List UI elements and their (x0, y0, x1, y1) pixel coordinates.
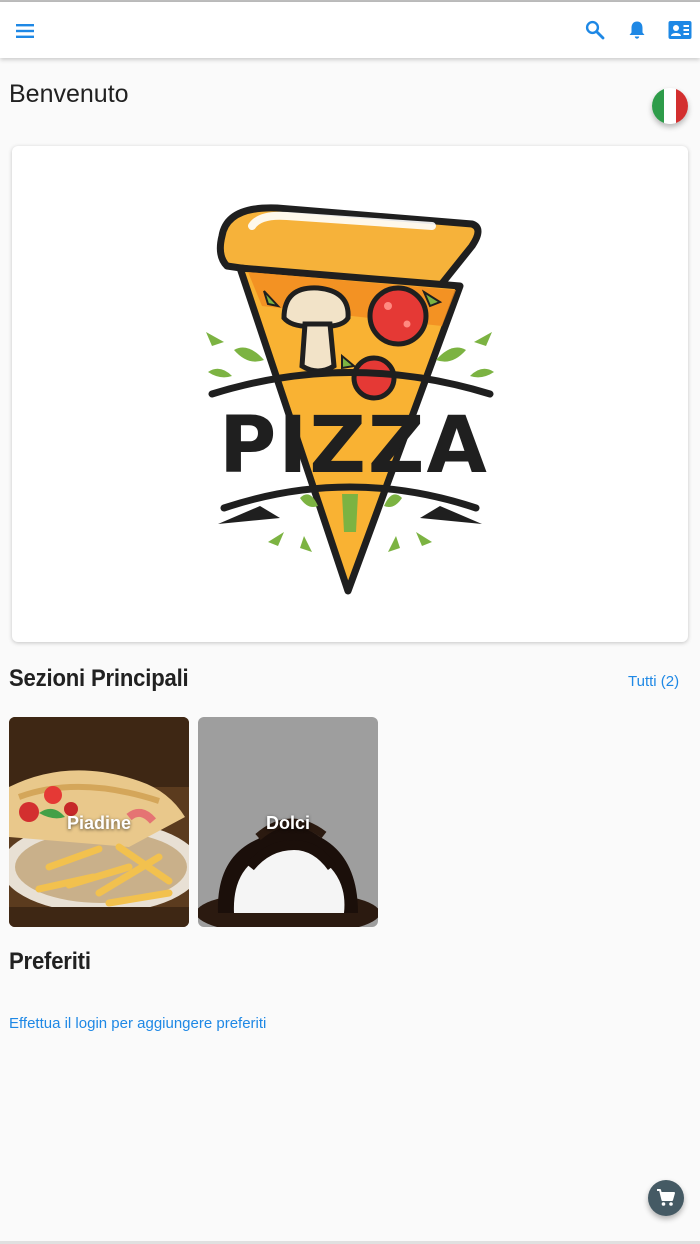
notifications-button[interactable] (622, 15, 652, 45)
app-bar (0, 2, 700, 58)
italian-flag-icon (652, 88, 664, 124)
welcome-title: Benvenuto (9, 80, 129, 108)
pizza-logo-text: PIZZA (219, 401, 489, 491)
contact-card-icon (668, 21, 692, 39)
login-for-favorites-link[interactable]: Effettua il login per aggiungere preferi… (9, 1015, 266, 1032)
search-button[interactable] (580, 15, 610, 45)
search-icon (585, 20, 605, 40)
favorites-title: Preferiti (9, 948, 91, 975)
menu-icon (16, 24, 34, 38)
main-sections-title: Sezioni Principali (9, 665, 189, 692)
cart-button[interactable] (648, 1180, 684, 1216)
see-all-sections-link[interactable]: Tutti (2) (628, 673, 679, 690)
pizza-logo: PIZZA (206, 204, 494, 595)
cart-icon (657, 1189, 675, 1206)
language-flag-button[interactable] (652, 88, 688, 124)
bell-icon (629, 21, 645, 39)
category-card-dolci[interactable]: Dolci (198, 717, 378, 927)
restaurant-banner: PIZZA (12, 146, 688, 642)
contacts-button[interactable] (664, 15, 696, 45)
category-label-dolci: Dolci (265, 813, 310, 833)
category-label-piadine: Piadine (66, 813, 132, 833)
menu-button[interactable] (10, 16, 40, 46)
category-card-piadine[interactable]: Piadine (9, 717, 189, 927)
